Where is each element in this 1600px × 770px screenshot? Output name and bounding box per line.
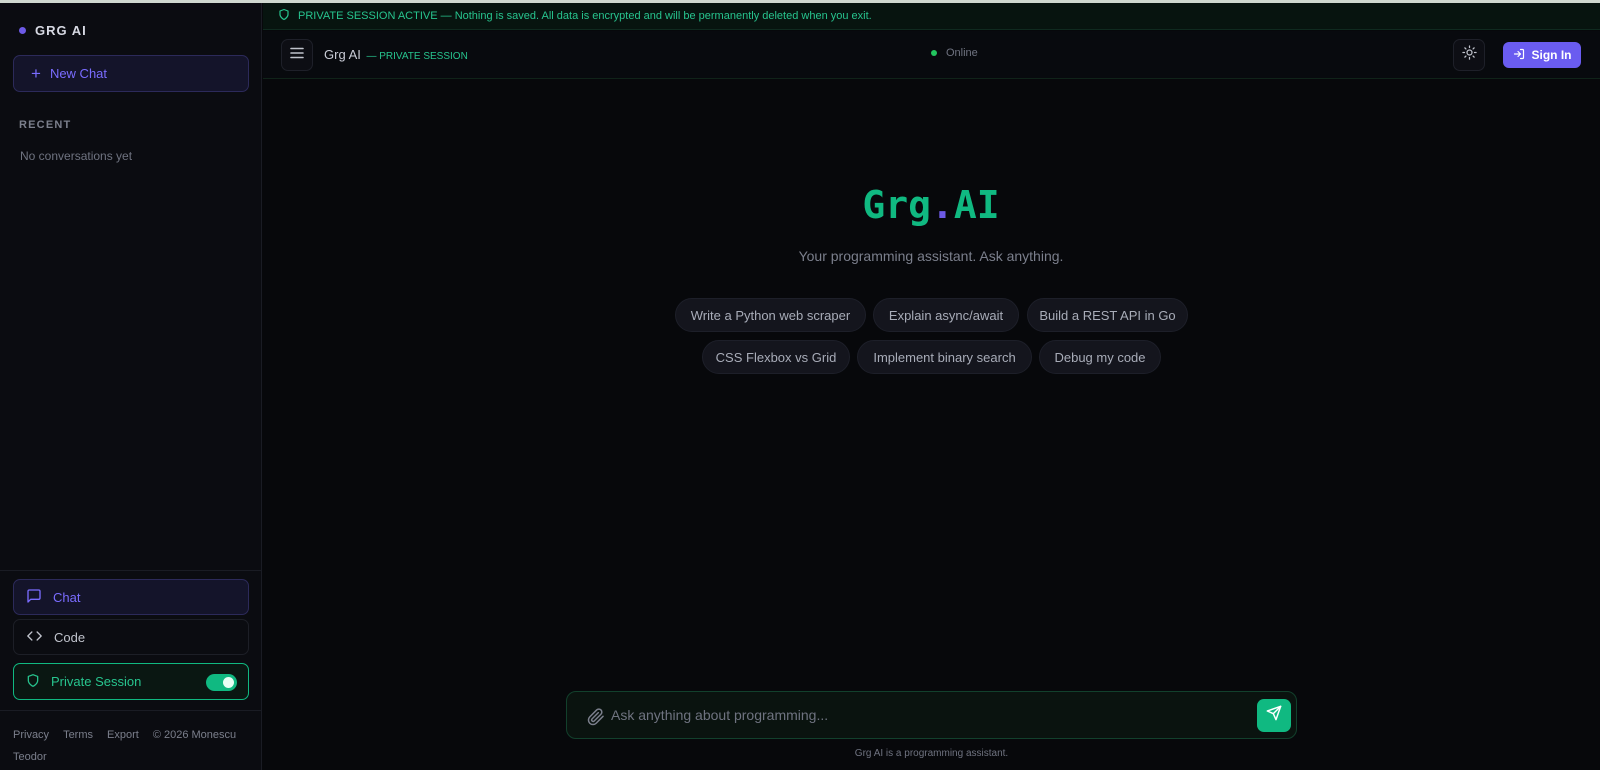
suggestion-chip[interactable]: Explain async/await (873, 298, 1019, 332)
send-button[interactable] (1257, 699, 1291, 732)
suggestion-chip[interactable]: Write a Python web scraper (675, 298, 866, 332)
message-composer (566, 691, 1297, 739)
suggestion-chip[interactable]: Build a REST API in Go (1027, 298, 1188, 332)
logo-right: AI (953, 183, 1000, 227)
chat-bubble-icon (26, 588, 42, 607)
sign-in-button[interactable]: Sign In (1503, 42, 1581, 68)
sidebar-item-label: Code (54, 629, 86, 645)
suggestion-chip[interactable]: Implement binary search (857, 340, 1032, 374)
new-chat-button[interactable]: + New Chat (13, 55, 249, 92)
message-input[interactable] (611, 702, 1231, 728)
shield-icon (26, 673, 40, 691)
composer-disclaimer: Grg AI is a programming assistant. (854, 748, 1009, 759)
code-icon (26, 628, 43, 647)
sidebar-item-label: Chat (53, 589, 81, 605)
hero-tagline: Your programming assistant. Ask anything… (798, 248, 1064, 264)
sidebar-footer: Privacy Terms Export © 2026 Monescu Teodor (13, 724, 253, 768)
brand-name: GRG AI (35, 23, 87, 38)
brand: GRG AI (19, 23, 87, 38)
top-header: Grg AI — PRIVATE SESSION Online Sign In (263, 31, 1600, 79)
sidebar: GRG AI + New Chat RECENT No conversation… (0, 3, 262, 770)
logo-dot: . (930, 183, 954, 227)
sidebar-item-chat[interactable]: Chat (13, 579, 249, 615)
status-dot-icon (931, 50, 937, 56)
status-text: Online (946, 47, 978, 59)
brand-dot-icon (19, 27, 26, 34)
new-chat-label: New Chat (49, 66, 108, 81)
menu-button[interactable] (281, 39, 313, 71)
privacy-link[interactable]: Privacy (13, 729, 49, 741)
banner-strong: PRIVATE SESSION ACTIVE (298, 10, 438, 22)
shield-icon (278, 8, 290, 24)
sidebar-divider (0, 570, 261, 571)
recent-section-title: RECENT (19, 119, 72, 131)
theme-toggle-button[interactable] (1453, 39, 1485, 71)
terms-link[interactable]: Terms (63, 729, 93, 741)
recent-empty-message: No conversations yet (20, 149, 133, 163)
page-subtitle: — PRIVATE SESSION (366, 51, 468, 62)
page-title-text: Grg AI (324, 47, 361, 62)
logo-left: Grg (862, 183, 931, 227)
menu-icon (290, 46, 304, 64)
private-session-switch[interactable] (206, 674, 237, 691)
hero-logo: Grg.AI (800, 183, 1062, 227)
sun-icon (1461, 45, 1477, 65)
page-title: Grg AI — PRIVATE SESSION (324, 47, 468, 62)
private-session-banner: PRIVATE SESSION ACTIVE — Nothing is save… (263, 3, 1600, 30)
paperclip-icon[interactable] (587, 708, 605, 731)
suggestion-chip[interactable]: CSS Flexbox vs Grid (702, 340, 850, 374)
banner-text: PRIVATE SESSION ACTIVE — Nothing is save… (298, 10, 872, 22)
sign-in-icon (1513, 48, 1525, 63)
private-session-label: Private Session (51, 674, 142, 689)
sign-in-label: Sign In (1531, 48, 1572, 62)
suggestion-chip[interactable]: Debug my code (1039, 340, 1161, 374)
export-link[interactable]: Export (107, 729, 139, 741)
send-icon (1266, 705, 1282, 726)
private-session-toggle-row[interactable]: Private Session (13, 663, 249, 700)
sidebar-item-code[interactable]: Code (13, 619, 249, 655)
banner-detail: — Nothing is saved. All data is encrypte… (437, 10, 872, 22)
connection-status: Online (931, 47, 978, 59)
sidebar-footer-divider (0, 710, 261, 711)
plus-icon: + (31, 64, 41, 83)
